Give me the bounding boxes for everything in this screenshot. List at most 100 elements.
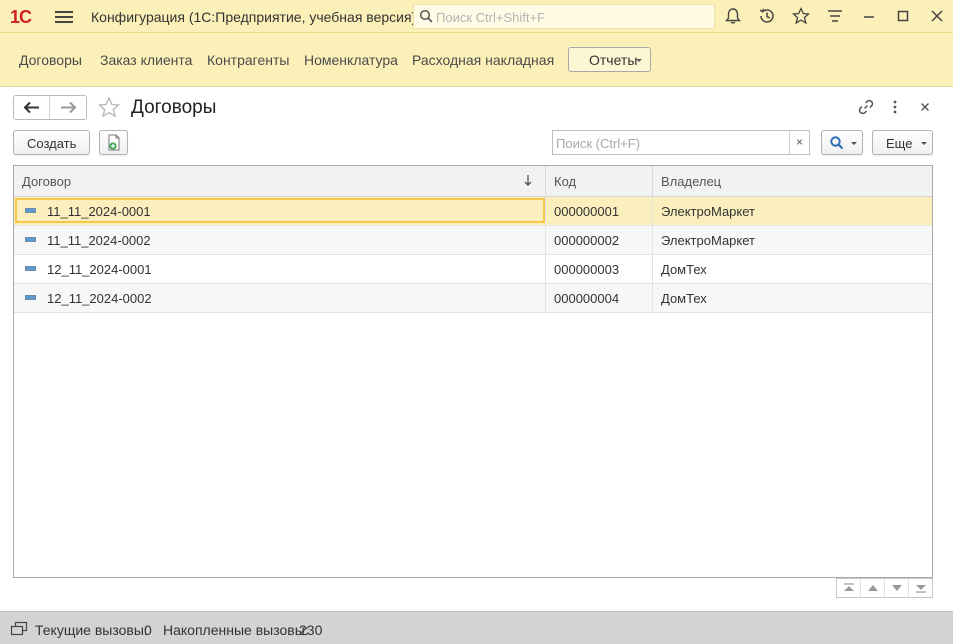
list-search-input[interactable] [556, 134, 786, 152]
list-scroll-buttons [836, 578, 933, 598]
reports-button[interactable]: Отчеты [568, 47, 651, 72]
current-calls-label: Текущие вызовы: [35, 622, 148, 638]
favorite-star-icon[interactable] [97, 96, 121, 120]
accumulated-calls-label: Накопленные вызовы: [163, 622, 309, 638]
clear-search-button[interactable]: × [789, 131, 809, 154]
more-vertical-icon[interactable] [886, 98, 904, 116]
1c-logo: 1С [10, 7, 32, 27]
scroll-bottom-icon [916, 585, 926, 593]
contract-code: 000000001 [554, 204, 620, 219]
contract-code: 000000002 [554, 233, 620, 248]
copy-document-icon [108, 134, 120, 151]
star-icon[interactable] [791, 6, 811, 26]
contract-name: 11_11_2024-0001 [47, 204, 151, 219]
search-options-button[interactable] [821, 130, 863, 155]
column-header-contract[interactable]: Договор [14, 166, 546, 196]
contract-code: 000000003 [554, 262, 620, 277]
table-row[interactable]: 11_11_2024-0001 000000001 ЭлектроМаркет [14, 197, 932, 226]
section-contracts[interactable]: Договоры [19, 52, 82, 68]
contract-name: 12_11_2024-0002 [47, 291, 152, 306]
scroll-top-icon [844, 583, 854, 591]
create-label: Создать [27, 136, 77, 151]
table-header: Договор Код Владелец [14, 166, 932, 197]
app-title: Конфигурация (1С:Предприятие, учебная ве… [91, 9, 417, 25]
global-search-input[interactable] [436, 7, 706, 27]
code-cell[interactable]: 000000003 [546, 255, 653, 283]
search-icon [419, 9, 433, 23]
owner-cell[interactable]: ЭлектроМаркет [653, 197, 932, 225]
contract-owner: ДомТех [661, 262, 707, 277]
catalog-item-icon [25, 295, 36, 300]
column-header-code[interactable]: Код [546, 166, 653, 196]
contract-cell[interactable]: 11_11_2024-0001 [14, 197, 546, 225]
contract-name: 12_11_2024-0001 [47, 262, 152, 277]
scroll-up-button[interactable] [861, 579, 885, 597]
contract-cell[interactable]: 11_11_2024-0002 [14, 226, 546, 254]
menu-lines-icon[interactable] [825, 6, 845, 26]
catalog-item-icon [25, 237, 36, 242]
contract-owner: ЭлектроМаркет [661, 233, 755, 248]
history-icon[interactable] [757, 6, 777, 26]
table-row[interactable]: 11_11_2024-0002 000000002 ЭлектроМаркет [14, 226, 932, 255]
search-icon [830, 136, 844, 150]
current-calls-value: 0 [144, 622, 152, 638]
contract-owner: ЭлектроМаркет [661, 204, 755, 219]
contract-cell[interactable]: 12_11_2024-0002 [14, 284, 546, 312]
table-row[interactable]: 12_11_2024-0001 000000003 ДомТех [14, 255, 932, 284]
owner-cell[interactable]: ЭлектроМаркет [653, 226, 932, 254]
chevron-down-icon [636, 59, 642, 62]
chevron-down-icon [921, 142, 927, 145]
list-search[interactable]: × [552, 130, 810, 155]
contracts-table: Договор Код Владелец 11_11_2024-0001 000… [13, 165, 933, 578]
code-cell[interactable]: 000000001 [546, 197, 653, 225]
minimize-icon[interactable] [859, 6, 879, 26]
section-nomenclature[interactable]: Номенклатура [304, 52, 398, 68]
status-bar: Текущие вызовы: 0 Накопленные вызовы: 23… [0, 611, 953, 644]
close-icon[interactable] [927, 6, 947, 26]
code-cell[interactable]: 000000004 [546, 284, 653, 312]
close-form-icon[interactable] [916, 98, 934, 116]
owner-cell[interactable]: ДомТех [653, 284, 932, 312]
catalog-item-icon [25, 208, 36, 213]
sections-panel: Договоры Заказ клиента Контрагенты Номен… [0, 33, 953, 87]
scroll-up-icon [868, 585, 878, 591]
chevron-down-icon [851, 142, 857, 145]
bell-icon[interactable] [723, 6, 743, 26]
section-client-order[interactable]: Заказ клиента [100, 52, 192, 68]
scroll-down-button[interactable] [885, 579, 909, 597]
arrow-left-icon [23, 101, 39, 114]
column-header-label: Код [554, 174, 577, 189]
column-header-label: Договор [22, 174, 72, 189]
code-cell[interactable]: 000000002 [546, 226, 653, 254]
main-menu-icon[interactable] [55, 9, 73, 25]
copy-button[interactable] [99, 130, 128, 155]
scroll-down-icon [892, 585, 902, 591]
forward-button[interactable] [51, 96, 87, 119]
page-title: Договоры [131, 97, 217, 118]
column-header-label: Владелец [661, 174, 722, 189]
link-icon[interactable] [857, 98, 875, 116]
windows-icon[interactable] [10, 621, 28, 637]
accumulated-calls-value: 230 [299, 622, 323, 638]
more-label: Еще [886, 136, 913, 151]
contract-code: 000000004 [554, 291, 620, 306]
catalog-item-icon [25, 266, 36, 271]
section-counterparties[interactable]: Контрагенты [207, 52, 289, 68]
contract-owner: ДомТех [661, 291, 707, 306]
table-row[interactable]: 12_11_2024-0002 000000004 ДомТех [14, 284, 932, 313]
scroll-to-top-button[interactable] [837, 579, 861, 597]
arrow-right-icon [61, 101, 77, 114]
owner-cell[interactable]: ДомТех [653, 255, 932, 283]
section-invoice[interactable]: Расходная накладная [412, 52, 554, 68]
create-button[interactable]: Создать [13, 130, 90, 155]
contract-cell[interactable]: 12_11_2024-0001 [14, 255, 546, 283]
maximize-icon[interactable] [893, 6, 913, 26]
title-bar: 1С Конфигурация (1С:Предприятие, учебная… [0, 0, 953, 33]
back-button[interactable] [14, 96, 50, 119]
reports-label: Отчеты [589, 52, 638, 68]
global-search[interactable] [413, 4, 715, 29]
scroll-to-bottom-button[interactable] [909, 579, 933, 597]
column-header-owner[interactable]: Владелец [653, 166, 932, 196]
more-button[interactable]: Еще [872, 130, 933, 155]
sort-descending-icon [524, 175, 532, 186]
